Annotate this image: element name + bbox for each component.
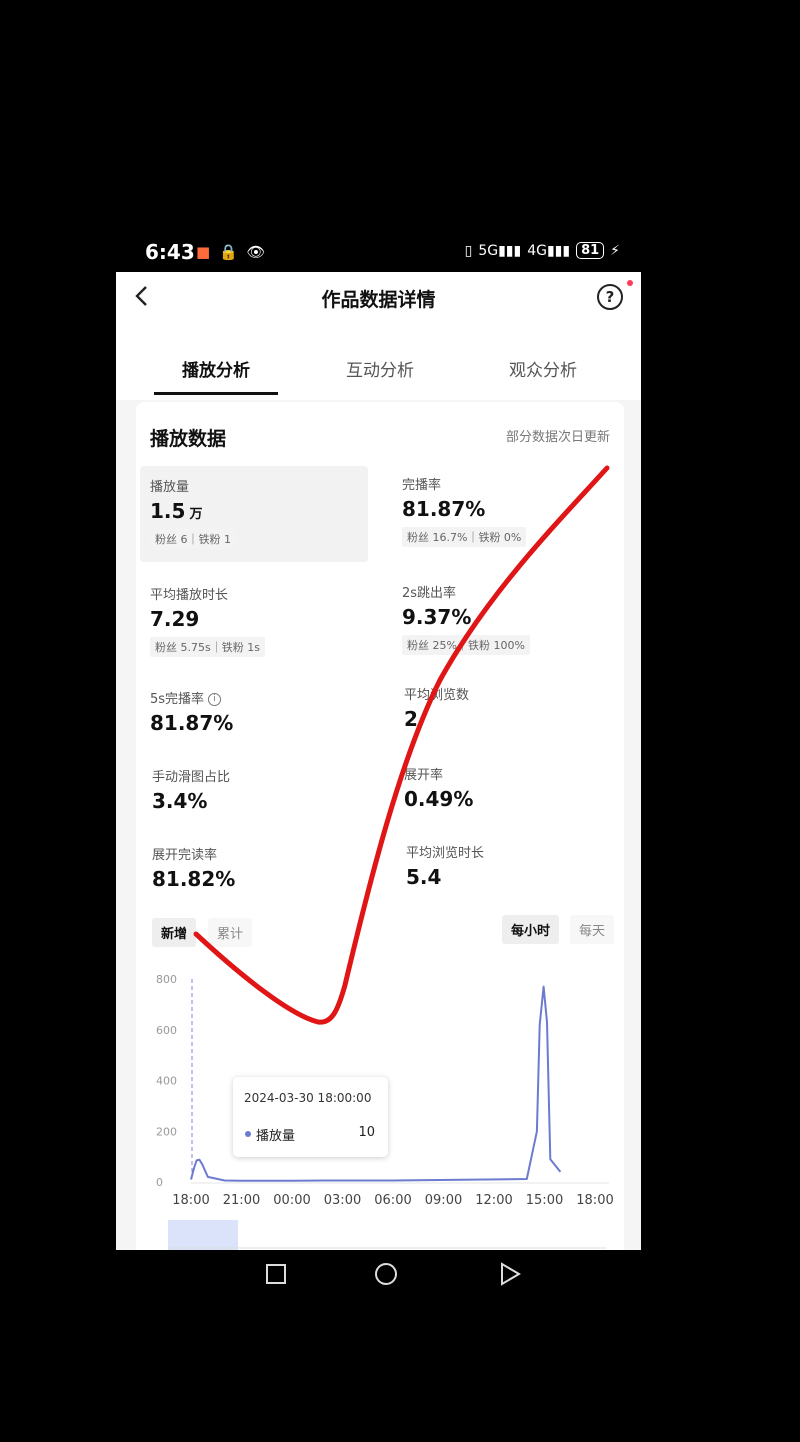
battery-indicator: 81 (576, 242, 605, 259)
help-icon[interactable]: ? (597, 284, 623, 310)
tooltip-time: 2024-03-30 18:00:00 (244, 1091, 372, 1105)
play-data-card: 播放数据 部分数据次日更新 播放量 1.5 万 粉丝 6｜铁粉 1 完播率 81.… (136, 402, 624, 1250)
range-selector-handle (168, 1220, 238, 1250)
x-tick-label: 18:00 (576, 1193, 613, 1208)
status-left-icons: ■ 🔒 👁 (196, 243, 269, 261)
system-nav-bar (116, 1250, 641, 1300)
y-tick-label: 400 (156, 1075, 177, 1088)
tab-active-indicator (154, 392, 278, 395)
signal-4g-icon: 4G▮▮▮ (527, 242, 571, 259)
eye-icon: 👁 (246, 243, 266, 261)
notification-dot (627, 280, 633, 286)
y-tick-label: 200 (156, 1125, 177, 1138)
back-icon[interactable] (501, 1262, 521, 1286)
app-badge-icon: ■ (196, 243, 211, 261)
lock-icon: 🔒 (218, 243, 238, 261)
tab-bar: 播放分析 互动分析 观众分析 (116, 324, 641, 400)
tab-audience-analysis[interactable]: 观众分析 (509, 356, 577, 381)
tab-interaction-analysis[interactable]: 互动分析 (346, 356, 414, 381)
status-bar: 6:43 ■ 🔒 👁 ▯ 5G▮▮▮ 4G▮▮▮ 81 ⚡ (140, 238, 620, 268)
page-title: 作品数据详情 (321, 289, 436, 311)
chart-tooltip: 2024-03-30 18:00:00 播放量 10 (233, 1077, 388, 1157)
signal-5g-icon: 5G▮▮▮ (478, 242, 522, 259)
tooltip-series-name: 播放量 (256, 1129, 296, 1144)
x-tick-label: 12:00 (475, 1193, 512, 1208)
x-tick-label: 15:00 (526, 1193, 563, 1208)
tooltip-value: 10 (358, 1125, 375, 1140)
recents-icon[interactable] (266, 1264, 286, 1284)
x-tick-label: 21:00 (223, 1193, 260, 1208)
app-screen: 作品数据详情 ? 播放分析 互动分析 观众分析 播放数据 部分数据次日更新 播放… (116, 272, 641, 1250)
charging-icon: ⚡ (610, 242, 620, 259)
tab-play-analysis[interactable]: 播放分析 (182, 356, 250, 381)
x-tick-label: 18:00 (172, 1193, 209, 1208)
x-tick-label: 00:00 (273, 1193, 310, 1208)
y-tick-label: 600 (156, 1024, 177, 1037)
y-tick-label: 800 (156, 973, 177, 986)
nav-bar: 作品数据详情 ? (116, 272, 641, 324)
vibrate-icon: ▯ (464, 242, 473, 259)
tooltip-series-dot (245, 1131, 251, 1137)
home-icon[interactable] (375, 1263, 397, 1285)
x-tick-label: 03:00 (324, 1193, 361, 1208)
x-tick-label: 06:00 (374, 1193, 411, 1208)
y-tick-label: 0 (156, 1176, 163, 1189)
status-time: 6:43 (145, 240, 195, 264)
x-tick-label: 09:00 (425, 1193, 462, 1208)
status-right-icons: ▯ 5G▮▮▮ 4G▮▮▮ 81 ⚡ (465, 242, 620, 259)
